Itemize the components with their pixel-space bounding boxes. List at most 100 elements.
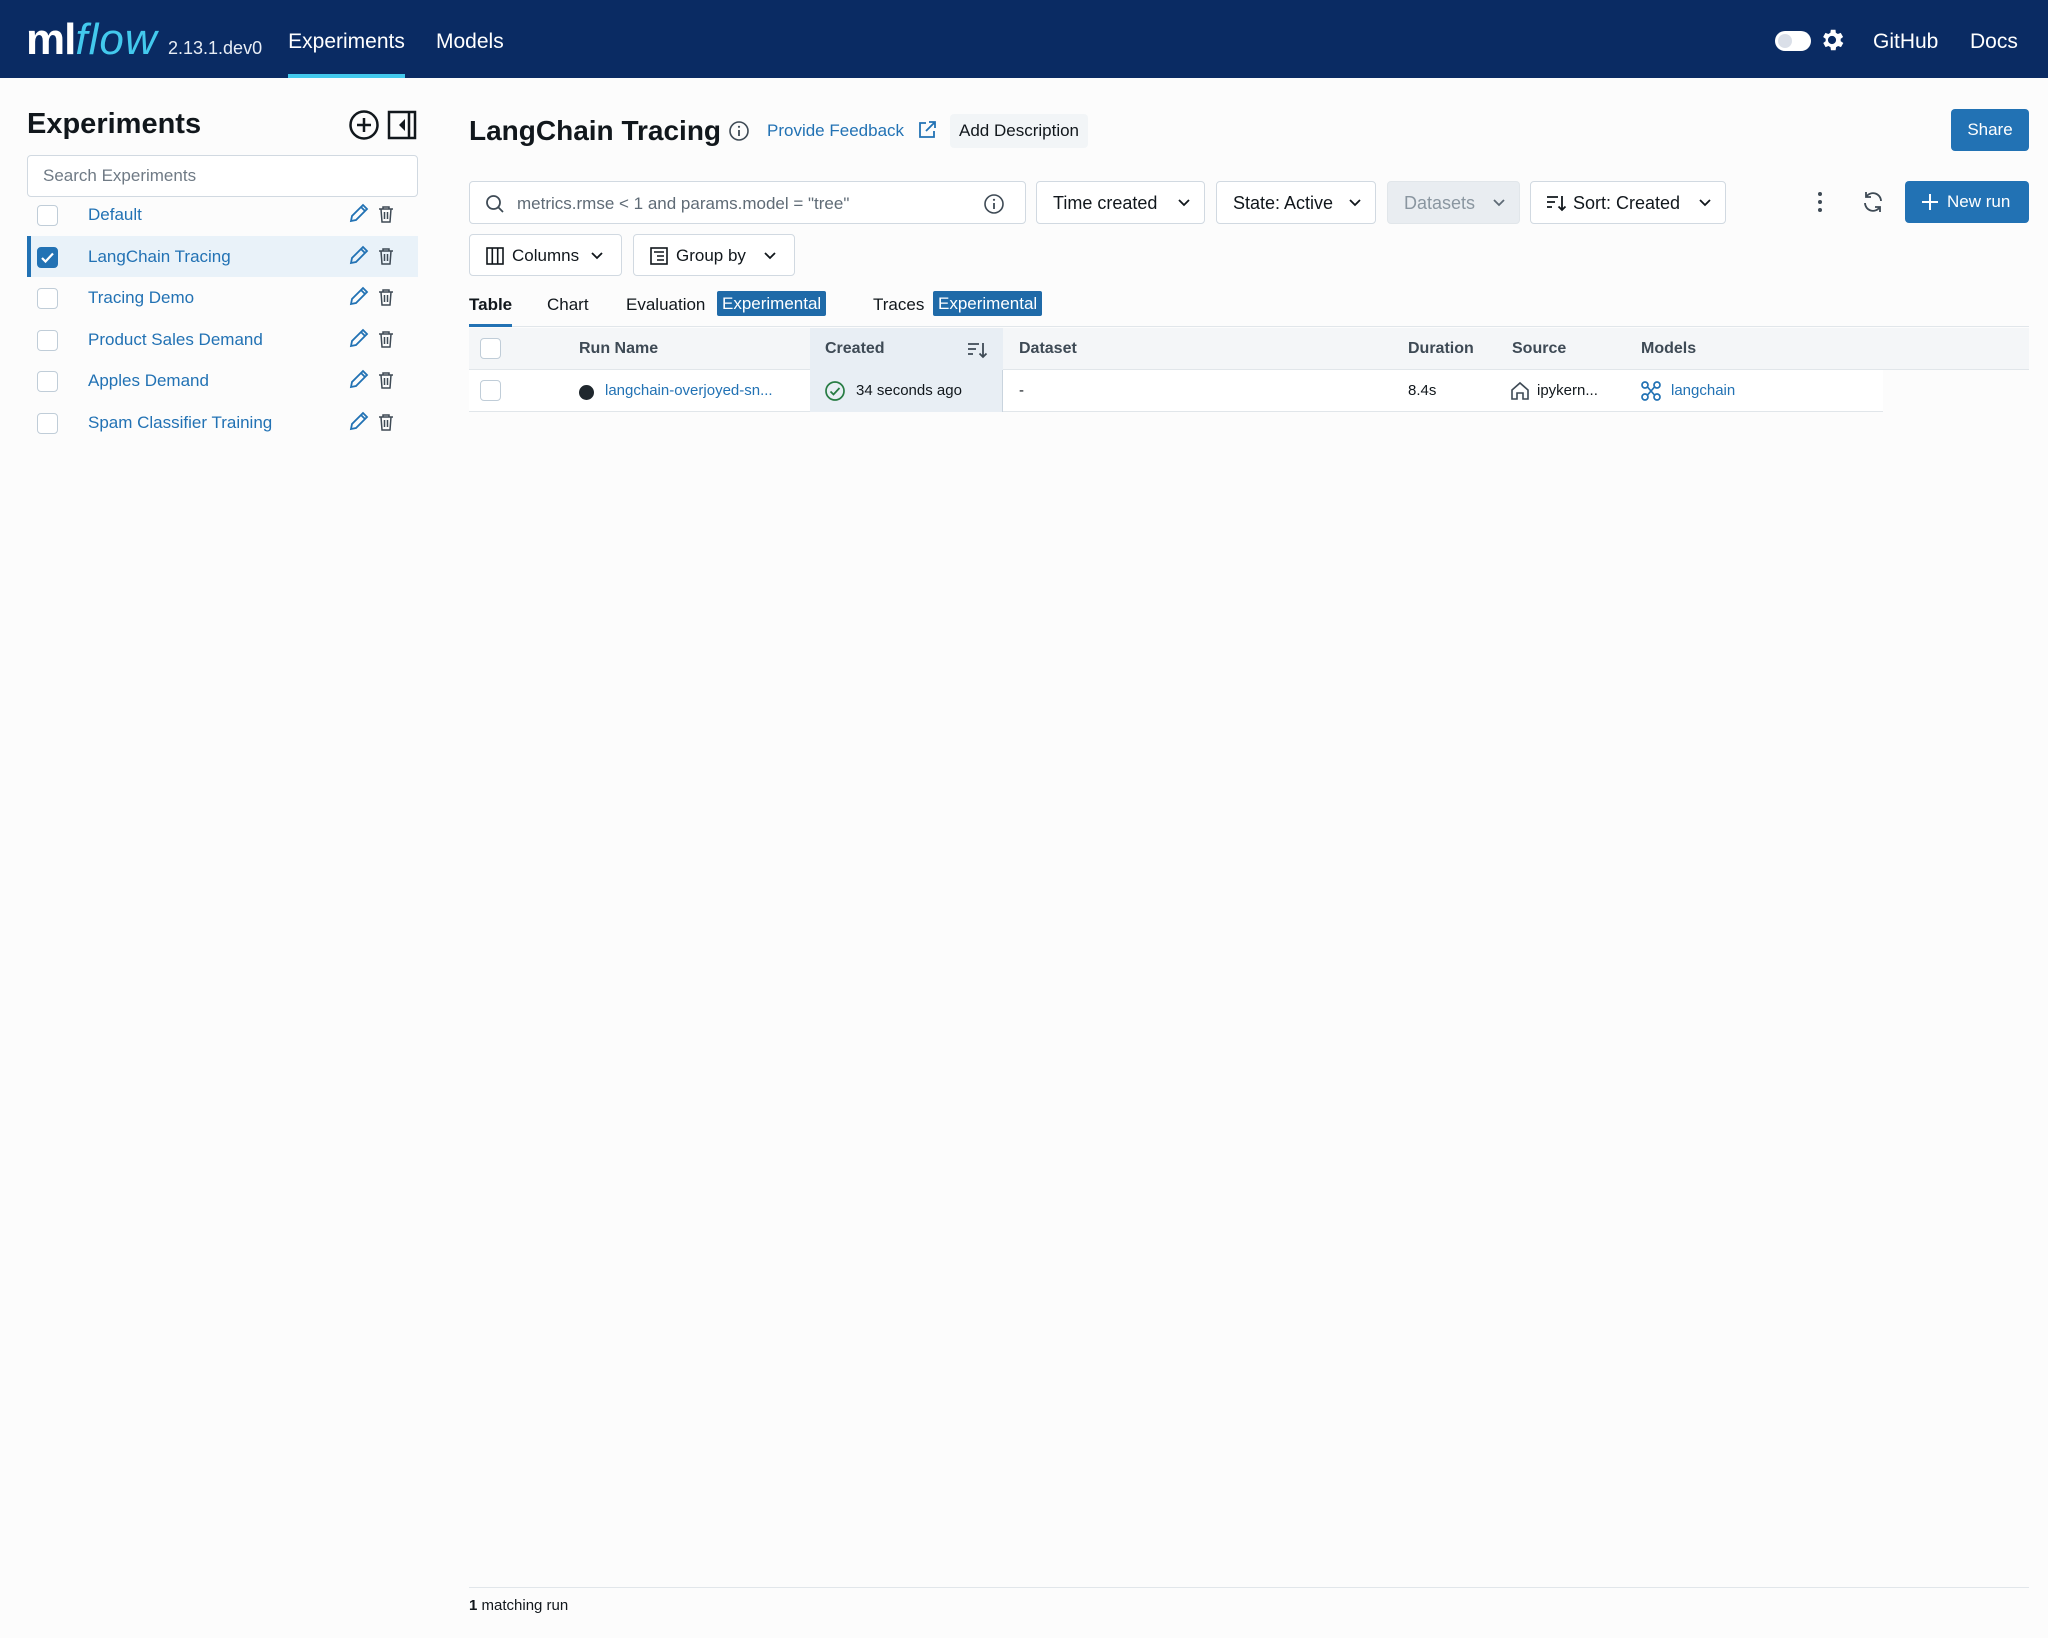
experiment-item-langchain-tracing[interactable]: LangChain Tracing (27, 235, 418, 277)
group-by-dropdown[interactable]: Group by (633, 234, 795, 276)
dropdown-label: State: Active (1233, 193, 1334, 213)
time-created-dropdown[interactable]: Time created (1036, 181, 1205, 224)
provide-feedback-link[interactable]: Provide Feedback (767, 121, 904, 141)
add-description-button[interactable]: Add Description (950, 114, 1089, 148)
delete-trash-icon[interactable] (378, 413, 394, 431)
experiment-item-spam-classifier-training[interactable]: Spam Classifier Training (27, 402, 418, 444)
sort-dropdown[interactable]: Sort: Created (1530, 181, 1726, 224)
sort-icon (1547, 196, 1567, 212)
logo-ml-text: ml (26, 15, 76, 64)
sort-descending-icon[interactable] (966, 340, 988, 360)
top-nav-bar: ml flow 2.13.1.dev0 Experiments Models Gi… (0, 0, 2048, 78)
collapse-sidebar-icon[interactable] (387, 110, 417, 140)
experiment-label[interactable]: Spam Classifier Training (88, 413, 272, 433)
search-placeholder: metrics.rmse < 1 and params.model = "tre… (517, 194, 850, 213)
dark-mode-toggle[interactable] (1775, 31, 1811, 51)
experiment-checkbox[interactable] (37, 371, 58, 392)
matching-runs-count: 1 matching run (469, 1597, 568, 1614)
share-button[interactable]: Share (1951, 109, 2029, 151)
experiment-label[interactable]: Default (88, 205, 142, 225)
columns-dropdown[interactable]: Columns (469, 234, 622, 276)
delete-trash-icon[interactable] (378, 205, 394, 223)
gear-icon[interactable] (1818, 26, 1846, 54)
created-time: 34 seconds ago (856, 382, 962, 399)
footer-divider (469, 1587, 2029, 1588)
select-all-checkbox[interactable] (480, 338, 501, 359)
source-value[interactable]: ipykern... (1537, 382, 1598, 399)
runs-search-input[interactable]: metrics.rmse < 1 and params.model = "tre… (469, 181, 1026, 224)
tab-traces[interactable]: Traces (873, 295, 924, 327)
info-icon[interactable] (983, 193, 1005, 215)
chevron-down-icon (1349, 199, 1361, 207)
dropdown-label: Datasets (1404, 193, 1476, 213)
chevron-down-icon (1493, 199, 1505, 207)
experiment-checkbox[interactable] (37, 412, 58, 434)
run-name-link[interactable]: langchain-overjoyed-sn... (605, 382, 773, 399)
edit-pencil-icon[interactable] (348, 285, 370, 307)
experimental-badge: Experimental (717, 291, 827, 316)
nav-github[interactable]: GitHub (1873, 0, 1938, 84)
tab-chart[interactable]: Chart (547, 295, 589, 327)
run-count: 1 (469, 1597, 478, 1614)
experiment-checkbox[interactable] (37, 288, 58, 309)
duration-value: 8.4s (1408, 382, 1437, 399)
nav-docs[interactable]: Docs (1970, 0, 2018, 84)
delete-trash-icon[interactable] (378, 247, 394, 265)
experiment-search-input[interactable] (27, 155, 418, 197)
column-header-dataset[interactable]: Dataset (1019, 340, 1077, 358)
experiment-item-product-sales-demand[interactable]: Product Sales Demand (27, 319, 418, 361)
success-check-icon (825, 381, 845, 401)
external-link-icon[interactable] (917, 120, 937, 140)
refresh-icon[interactable] (1861, 190, 1885, 214)
edit-pencil-icon[interactable] (348, 368, 370, 390)
dropdown-label: Columns (512, 246, 580, 265)
experiment-item-default[interactable]: Default (27, 194, 418, 236)
datasets-dropdown[interactable]: Datasets (1387, 181, 1520, 224)
column-header-run-name[interactable]: Run Name (579, 340, 658, 358)
row-checkbox[interactable] (480, 380, 501, 401)
experiment-checkbox[interactable] (37, 246, 58, 268)
column-header-source[interactable]: Source (1512, 340, 1566, 358)
nav-models[interactable]: Models (436, 0, 504, 78)
model-link[interactable]: langchain (1671, 382, 1735, 399)
edit-pencil-icon[interactable] (348, 327, 370, 349)
nav-experiments[interactable]: Experiments (288, 0, 405, 78)
run-color-dot[interactable] (579, 385, 594, 400)
experiment-item-tracing-demo[interactable]: Tracing Demo (27, 277, 418, 319)
table-row[interactable]: langchain-overjoyed-sn... 34 seconds ago… (469, 370, 1883, 412)
more-options-icon[interactable] (1810, 190, 1830, 214)
experiment-checkbox[interactable] (37, 329, 58, 351)
runs-table-header: Run Name Created Dataset Duration Source… (469, 328, 2029, 370)
tab-table[interactable]: Table (469, 295, 513, 327)
column-header-created[interactable]: Created (825, 340, 885, 358)
delete-trash-icon[interactable] (378, 288, 394, 306)
new-run-button[interactable]: New run (1905, 181, 2029, 223)
plus-icon (1922, 194, 1938, 210)
chevron-down-icon (591, 252, 603, 260)
column-header-duration[interactable]: Duration (1408, 340, 1474, 358)
experiment-label[interactable]: Apples Demand (88, 371, 209, 391)
columns-icon (486, 247, 504, 265)
delete-trash-icon[interactable] (378, 371, 394, 389)
edit-pencil-icon[interactable] (348, 410, 370, 432)
edit-pencil-icon[interactable] (348, 244, 370, 266)
logo-flow-text: flow (75, 15, 158, 64)
experiment-item-apples-demand[interactable]: Apples Demand (27, 360, 418, 402)
mlflow-logo[interactable]: ml flow (26, 10, 158, 66)
dataset-value: - (1019, 382, 1024, 399)
tab-evaluation[interactable]: Evaluation (626, 295, 705, 327)
experiment-label[interactable]: Tracing Demo (88, 288, 194, 308)
add-experiment-icon[interactable] (348, 109, 380, 141)
experiment-label[interactable]: Product Sales Demand (88, 330, 263, 350)
info-icon[interactable] (728, 120, 750, 142)
model-icon (1641, 381, 1661, 401)
chevron-down-icon (764, 252, 776, 260)
experiment-label[interactable]: LangChain Tracing (88, 247, 231, 267)
state-dropdown[interactable]: State: Active (1216, 181, 1376, 224)
column-header-models[interactable]: Models (1641, 340, 1696, 358)
dropdown-label: Group by (676, 246, 746, 265)
delete-trash-icon[interactable] (378, 330, 394, 348)
experiment-checkbox[interactable] (37, 205, 58, 226)
notebook-source-icon (1511, 381, 1529, 400)
edit-pencil-icon[interactable] (348, 202, 370, 224)
